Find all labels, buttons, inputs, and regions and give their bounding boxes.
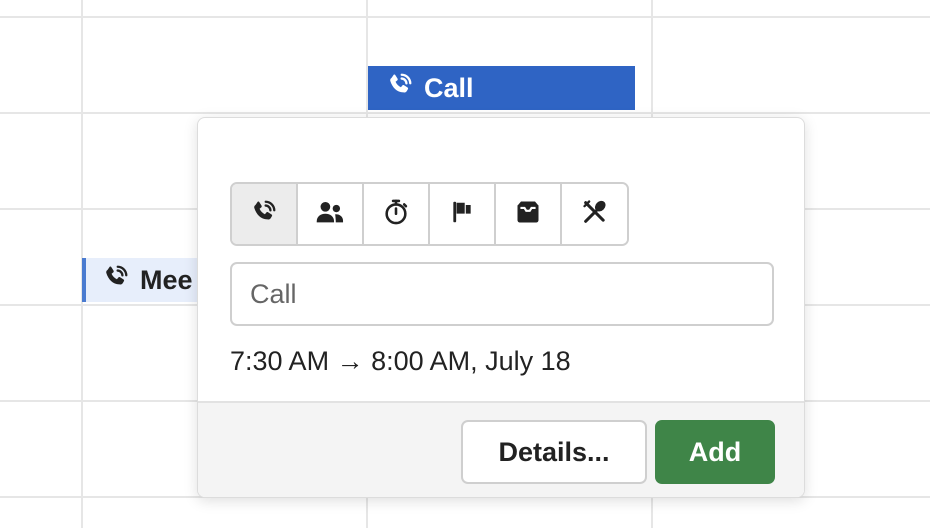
grid-row-line (0, 112, 930, 114)
inbox-icon (514, 198, 542, 231)
type-button-timer[interactable] (364, 184, 430, 244)
event-title: Mee (140, 264, 193, 295)
event-title-input[interactable] (230, 262, 774, 326)
phone-icon (250, 198, 278, 231)
event-type-selector (230, 182, 629, 246)
type-button-milestone[interactable] (430, 184, 496, 244)
event-time-range: 7:30 AM → 8:00 AM, July 18 (230, 346, 571, 376)
flag-icon (449, 198, 475, 231)
stopwatch-icon (382, 198, 410, 231)
details-button[interactable]: Details... (461, 420, 647, 484)
popover-footer: Details... Add (198, 401, 804, 497)
type-button-meeting[interactable] (298, 184, 364, 244)
utensils-icon (581, 198, 609, 231)
type-button-meal[interactable] (562, 184, 627, 244)
people-icon (315, 198, 345, 231)
add-button[interactable]: Add (655, 420, 775, 484)
grid-row-line (0, 16, 930, 18)
new-event-popover: 7:30 AM → 8:00 AM, July 18 Details... Ad… (197, 117, 805, 498)
calendar-event-call[interactable]: Call (368, 66, 635, 110)
calendar-event-meeting[interactable]: Mee (82, 258, 212, 302)
phone-icon (386, 71, 424, 106)
type-button-inbox[interactable] (496, 184, 562, 244)
event-title: Call (424, 72, 474, 103)
phone-icon (102, 263, 140, 298)
type-button-call[interactable] (232, 184, 298, 244)
